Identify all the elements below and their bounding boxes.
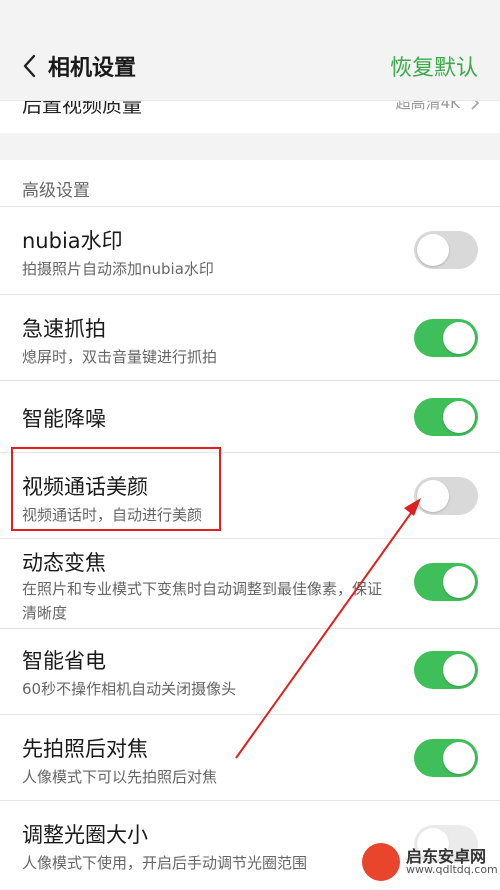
video-call-beauty-toggle[interactable] <box>414 477 478 515</box>
setting-label: 调整光圈大小 <box>22 823 148 847</box>
dynamic-zoom-toggle[interactable] <box>414 563 478 601</box>
smart-denoise-toggle[interactable] <box>414 398 478 436</box>
top-bar: 相机设置 恢复默认 <box>0 0 500 100</box>
settings-row-nubia-watermark[interactable]: nubia水印 拍摄照片自动添加nubia水印 <box>0 206 500 295</box>
toggle-knob <box>443 742 475 774</box>
setting-description: 60秒不操作相机自动关闭摄像头 <box>22 680 237 698</box>
section-title: 高级设置 <box>22 181 90 201</box>
site-watermark: 启东安卓网 www.qdltdq.com <box>362 841 498 883</box>
settings-row-dynamic-zoom[interactable]: 动态变焦 在照片和专业模式下变焦时自动调整到最佳像素，保证清晰度 <box>0 538 500 629</box>
toggle-knob <box>443 566 475 598</box>
settings-row-smart-denoise[interactable]: 智能降噪 <box>0 380 500 453</box>
nubia-watermark-toggle[interactable] <box>414 231 478 269</box>
setting-description: 人像模式下使用，开启后手动调节光圈范围 <box>22 854 308 872</box>
chevron-right-icon <box>471 101 480 110</box>
rear-video-quality-label: 后置视频质量 <box>22 100 142 117</box>
setting-label: 智能省电 <box>22 649 106 673</box>
setting-description: 熄屏时，双击音量键进行抓拍 <box>22 348 218 366</box>
setting-description: 在照片和专业模式下变焦时自动调整到最佳像素，保证清晰度 <box>22 580 383 622</box>
quick-snap-toggle[interactable] <box>414 319 478 357</box>
page-title: 相机设置 <box>48 56 137 81</box>
setting-description: 人像模式下可以先拍照后对焦 <box>22 768 218 786</box>
settings-row-quick-snap[interactable]: 急速抓拍 熄屏时，双击音量键进行抓拍 <box>0 294 500 381</box>
toggle-knob <box>443 401 475 433</box>
watermark-logo-icon <box>362 843 400 881</box>
rear-video-quality-row[interactable]: 后置视频质量 超高清4K <box>0 100 500 133</box>
settings-row-shoot-then-focus[interactable]: 先拍照后对焦 人像模式下可以先拍照后对焦 <box>0 714 500 801</box>
toggle-knob <box>443 322 475 354</box>
setting-description: 拍摄照片自动添加nubia水印 <box>22 260 214 278</box>
shoot-then-focus-toggle[interactable] <box>414 739 478 777</box>
toggle-knob <box>443 654 475 686</box>
setting-label: 智能降噪 <box>22 407 106 431</box>
smart-power-save-toggle[interactable] <box>414 651 478 689</box>
toggle-knob <box>417 480 449 512</box>
setting-label: 急速抓拍 <box>22 317 106 341</box>
annotation-highlight-box <box>11 447 221 531</box>
setting-label: 先拍照后对焦 <box>22 737 148 761</box>
setting-label: nubia水印 <box>22 229 123 253</box>
rear-video-quality-value: 超高清4K <box>395 100 460 112</box>
watermark-url: www.qdltdq.com <box>406 863 498 876</box>
back-arrow-icon[interactable] <box>20 52 40 80</box>
settings-row-smart-power-save[interactable]: 智能省电 60秒不操作相机自动关闭摄像头 <box>0 628 500 715</box>
setting-label: 动态变焦 <box>22 551 106 575</box>
restore-defaults-button[interactable]: 恢复默认 <box>390 50 478 82</box>
toggle-knob <box>417 234 449 266</box>
